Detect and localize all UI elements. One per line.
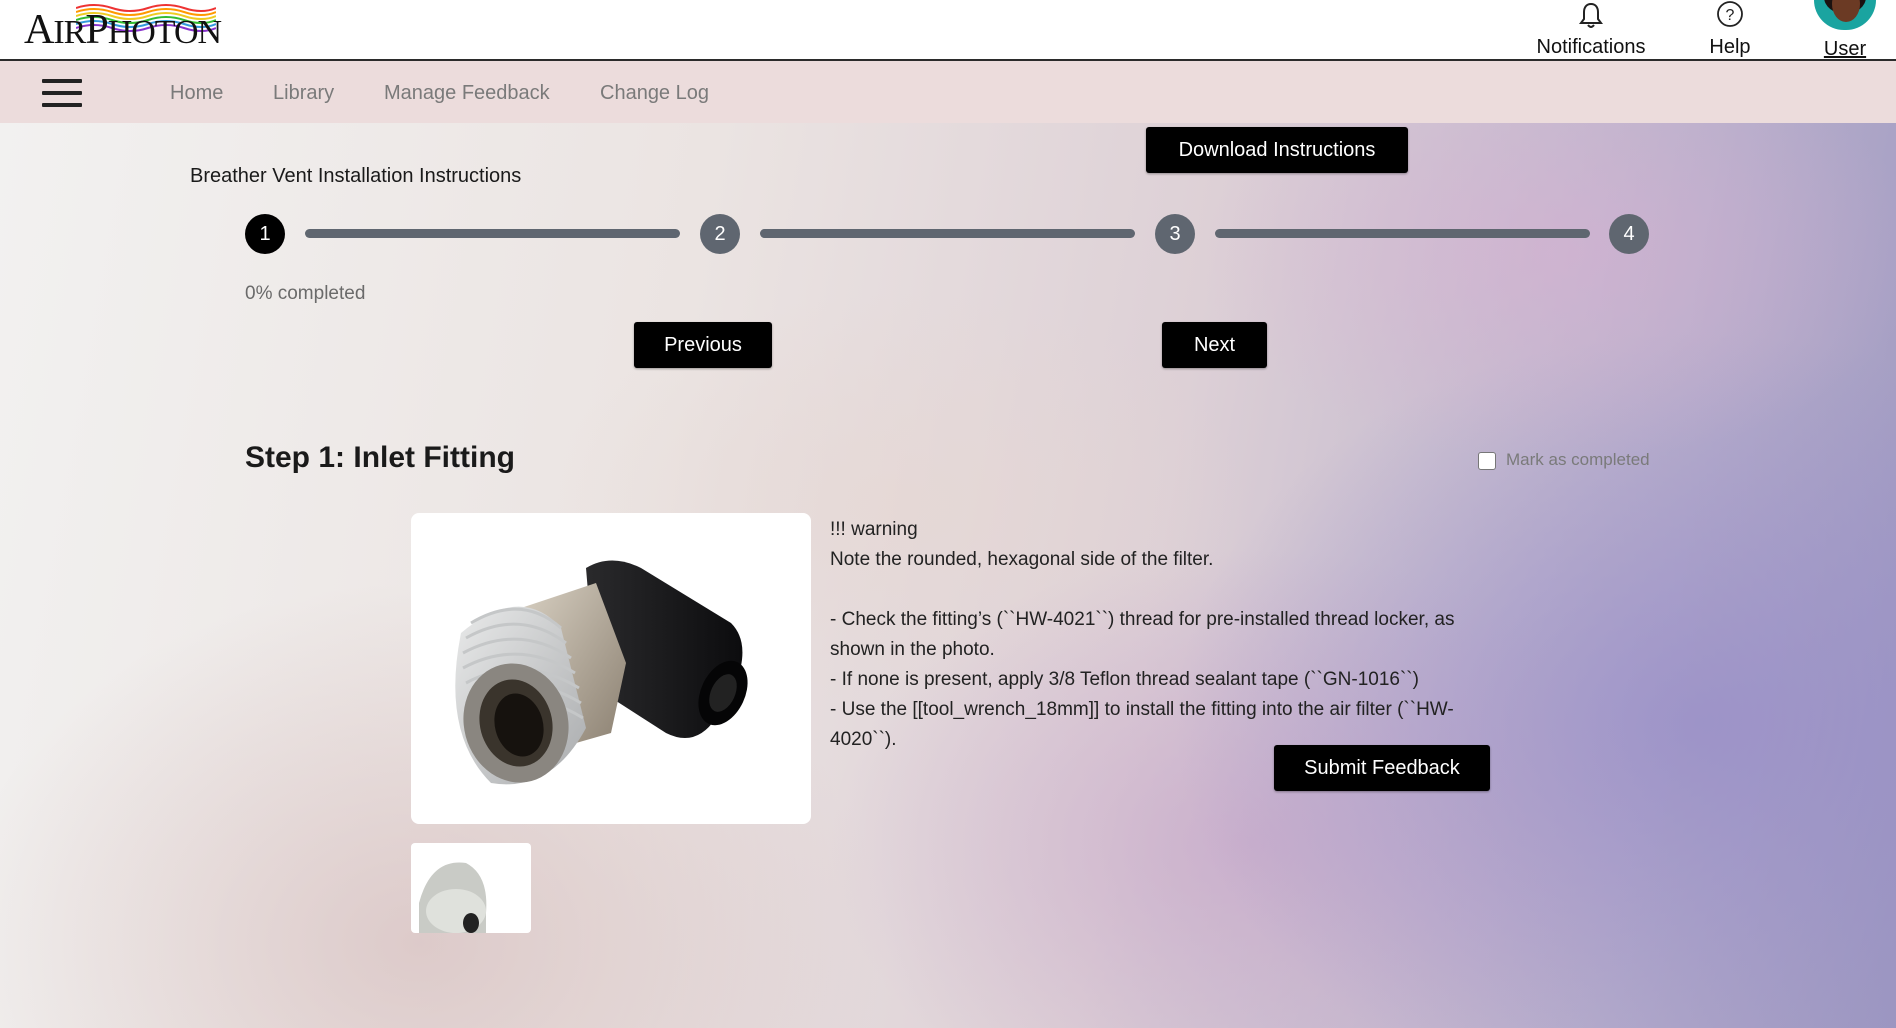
airphoton-logo[interactable]: AIRPHOTON	[24, 2, 222, 58]
logo-wordmark: AIRPHOTON	[24, 7, 222, 53]
step-connector	[1215, 229, 1590, 238]
step-instructions: !!! warning Note the rounded, hexagonal …	[830, 515, 1510, 755]
download-instructions-button[interactable]: Download Instructions	[1146, 127, 1408, 173]
next-button[interactable]: Next	[1162, 322, 1267, 368]
hamburger-menu-icon[interactable]	[42, 79, 82, 107]
instruction-if-none: - If none is present, apply 3/8 Teflon t…	[830, 669, 1419, 690]
nav-library[interactable]: Library	[273, 82, 334, 105]
help-label: Help	[1709, 36, 1751, 58]
step-2-indicator[interactable]: 2	[700, 214, 740, 254]
user-label: User	[1823, 38, 1867, 60]
nav-change-log[interactable]: Change Log	[600, 82, 709, 105]
nav-bar: Home Library Manage Feedback Change Log	[0, 61, 1896, 123]
note-line: Note the rounded, hexagonal side of the …	[830, 549, 1214, 570]
warning-line: !!! warning	[830, 519, 918, 540]
avatar	[1814, 0, 1876, 30]
help-icon: ?	[1690, 0, 1770, 30]
mark-as-completed-checkbox[interactable]: Mark as completed	[1478, 450, 1650, 470]
instruction-check: - Check the fitting’s (``HW-4021``) thre…	[830, 609, 1455, 660]
step-connector	[305, 229, 680, 238]
mark-as-completed-label: Mark as completed	[1506, 450, 1650, 469]
user-menu[interactable]: User	[1800, 0, 1890, 60]
svg-text:?: ?	[1726, 7, 1735, 24]
step-heading: Step 1: Inlet Fitting	[245, 441, 515, 474]
main-content: Breather Vent Installation Instructions …	[0, 123, 1896, 1028]
nav-home[interactable]: Home	[170, 82, 223, 105]
page-title: Breather Vent Installation Instructions	[190, 165, 522, 187]
step-photo[interactable]	[411, 513, 811, 824]
fitting-image	[455, 560, 748, 785]
submit-feedback-button[interactable]: Submit Feedback	[1274, 745, 1490, 791]
progress-text: 0% completed	[245, 283, 366, 304]
notifications-button[interactable]: Notifications	[1530, 0, 1652, 60]
nav-manage-feedback[interactable]: Manage Feedback	[384, 82, 550, 105]
bell-icon	[1530, 0, 1652, 30]
step-connector	[760, 229, 1135, 238]
help-button[interactable]: ? Help	[1690, 0, 1770, 60]
top-header: AIRPHOTON Notifications ? Help User	[0, 0, 1896, 61]
checkbox-icon[interactable]	[1478, 451, 1496, 470]
step-1-indicator[interactable]: 1	[245, 214, 285, 254]
breather-vent-thumbnail-image	[419, 862, 487, 933]
previous-button[interactable]: Previous	[634, 322, 772, 368]
step-3-indicator[interactable]: 3	[1155, 214, 1195, 254]
step-4-indicator[interactable]: 4	[1609, 214, 1649, 254]
step-photo-thumbnail[interactable]	[411, 843, 531, 933]
notifications-label: Notifications	[1536, 36, 1646, 58]
